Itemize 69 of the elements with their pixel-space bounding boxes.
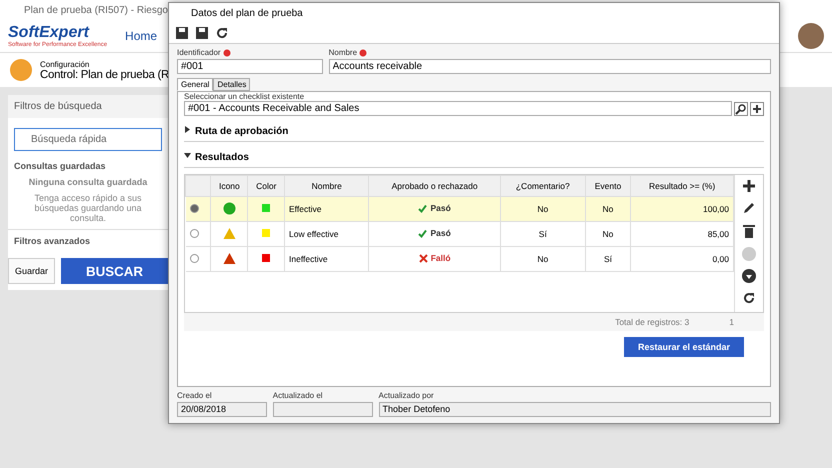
home-link[interactable]: Home (119, 28, 164, 44)
page-title: Control: Plan de prueba (R (40, 68, 169, 80)
field-label: Actualizado por (378, 391, 434, 400)
section-title[interactable]: Ruta de aprobación (195, 126, 288, 137)
add-icon[interactable] (750, 102, 764, 116)
down-icon[interactable] (742, 269, 756, 283)
radio-button[interactable] (190, 254, 198, 262)
search-field[interactable]: Búsqueda rápida (14, 128, 162, 151)
record-count: Total de registros: 3 (615, 317, 690, 327)
caret-icon[interactable] (184, 126, 191, 133)
table-cell: No (500, 246, 586, 272)
tab[interactable]: Detalles (213, 78, 250, 91)
result-status: Pasó (430, 203, 451, 214)
table-cell: Sí (585, 246, 631, 272)
tab[interactable]: General (177, 78, 214, 91)
table-cell: Effective (284, 196, 369, 222)
radio-button[interactable] (190, 204, 198, 212)
field-label: Actualizado el (272, 391, 323, 400)
table-cell: 0,00 (630, 246, 734, 272)
window-title: Plan de prueba (RI507) - Riesgo (24, 4, 168, 16)
table-cell: No (585, 222, 631, 246)
input-field[interactable]: #001 - Accounts Receivable and Sales (184, 101, 732, 116)
save-icon[interactable] (175, 26, 189, 40)
refresh-icon[interactable] (215, 26, 229, 40)
table-cell: Low effective (284, 222, 369, 246)
caret-icon[interactable] (184, 152, 191, 159)
breadcrumb[interactable]: Configuración (40, 60, 169, 68)
save-icon[interactable] (195, 26, 209, 40)
table-cell: 100,00 (630, 196, 734, 222)
field-label: Identificador (177, 48, 221, 57)
dialog-title: Datos del plan de prueba (169, 3, 779, 23)
field-label: Seleccionar un checklist existente (184, 92, 306, 101)
result-status: Pasó (430, 228, 451, 238)
column-header[interactable]: Aprobado o rechazado (368, 176, 500, 196)
table-cell: Sí (500, 222, 586, 246)
section-title[interactable]: Resultados (195, 152, 249, 163)
refresh-icon[interactable] (742, 291, 756, 305)
avatar-icon[interactable] (798, 23, 824, 49)
field-label: Nombre (328, 48, 358, 57)
readonly-field: Thober Detofeno (378, 402, 771, 417)
column-header[interactable]: Nombre (284, 176, 369, 196)
input-field[interactable]: Accounts receivable (328, 59, 771, 74)
column-header[interactable]: Resultado >= (%) (630, 176, 734, 196)
logo-text: SoftExpert (8, 24, 90, 42)
column-header[interactable]: Evento (585, 176, 631, 196)
section-title: Consultas guardadas (13, 161, 107, 171)
table-cell: 85,00 (630, 222, 734, 246)
search-button[interactable]: BUSCAR (61, 258, 168, 284)
add-icon[interactable] (742, 179, 756, 193)
search-icon[interactable] (734, 102, 748, 116)
column-header[interactable]: ¿Comentario? (500, 176, 586, 196)
field-label: Creado el (177, 391, 212, 400)
table-cell: No (585, 196, 631, 222)
delete-icon[interactable] (742, 223, 756, 239)
hint-text: Tenga acceso rápido a sus búsquedas guardando una consulta. (33, 193, 143, 223)
column-header[interactable]: Icono (210, 176, 248, 196)
save-button[interactable]: Guardar (8, 258, 56, 284)
panel-title: Filtros de búsqueda (8, 95, 168, 118)
readonly-field: 20/08/2018 (177, 402, 267, 417)
column-header[interactable]: Color (248, 176, 285, 196)
table-cell: No (500, 196, 586, 222)
table-cell: Ineffective (284, 246, 369, 272)
pencil-icon[interactable] (742, 201, 756, 215)
result-status: Falló (430, 253, 451, 264)
radio-button[interactable] (190, 228, 198, 238)
empty-message: Ninguna consulta guardada (28, 177, 148, 187)
restore-button[interactable]: Restaurar el estándar (624, 337, 744, 357)
input-field[interactable]: #001 (177, 59, 323, 74)
page-number: 1 (729, 317, 734, 327)
